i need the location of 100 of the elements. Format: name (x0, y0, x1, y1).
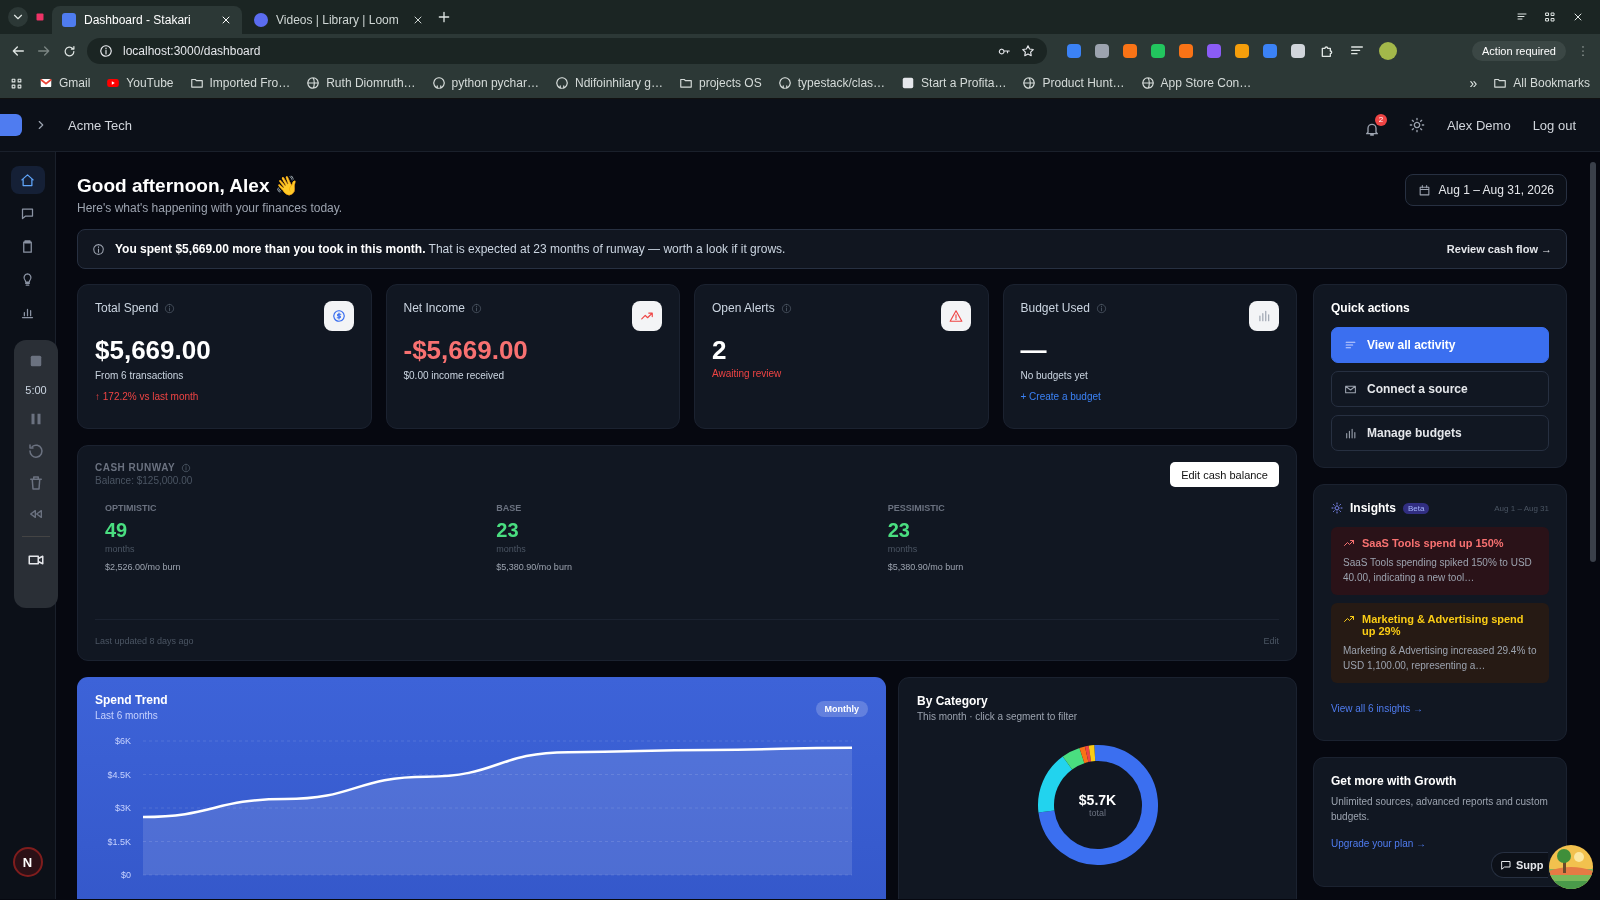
square-icon (901, 76, 916, 90)
card-title: Quick actions (1331, 301, 1411, 315)
browser-tab[interactable]: Videos | Library | Loom (244, 6, 434, 34)
folder-icon (679, 76, 693, 90)
globe-icon (1022, 76, 1037, 90)
burn-rate: $2,526.00/mo burn (105, 562, 182, 572)
axis-label: $3K (115, 803, 131, 813)
bookmark[interactable]: python pychar… (431, 76, 539, 90)
bookmark[interactable]: YouTube (106, 76, 174, 90)
extension-icon[interactable] (1179, 44, 1193, 58)
unit-label: months (105, 544, 136, 554)
bar-chart-icon (1344, 426, 1357, 440)
card-title: Get more with Growth (1331, 774, 1458, 788)
puzzle-icon[interactable] (1319, 43, 1335, 59)
monthly-toggle[interactable]: Monthly (815, 701, 868, 717)
chat-icon (1500, 859, 1512, 871)
user-name[interactable]: Alex Demo (1447, 117, 1511, 133)
upgrade-link[interactable]: Upgrade your plan → (1331, 838, 1549, 849)
info-icon (92, 242, 105, 256)
edit-cash-balance-button[interactable]: Edit cash balance (1170, 462, 1279, 487)
bookmark[interactable]: Ndifoinhilary g… (554, 76, 663, 90)
bookmark[interactable]: Start a Profita… (901, 76, 1007, 90)
browser-tab[interactable]: Dashboard - Stakari (52, 6, 242, 34)
extension-icon[interactable] (1151, 44, 1165, 58)
forward-icon[interactable] (36, 43, 52, 59)
extension-icon[interactable] (1235, 44, 1249, 58)
new-tab-icon[interactable] (436, 9, 452, 25)
stat-note: Awaiting review (712, 368, 783, 379)
axis-label: $6K (115, 736, 131, 746)
quick-action-button[interactable]: Manage budgets (1331, 415, 1549, 451)
bookmark[interactable]: projects OS (679, 76, 762, 90)
stat-value: $5,669.00 (95, 335, 212, 366)
donut-chart-drawing[interactable] (1036, 744, 1159, 866)
create-budget-link[interactable]: + Create a budget (1020, 391, 1279, 402)
bookmark[interactable]: All Bookmarks (1493, 76, 1590, 90)
bookmark[interactable]: Imported Fro… (189, 76, 291, 90)
back-icon[interactable] (10, 43, 26, 59)
logout-link[interactable]: Log out (1532, 117, 1576, 133)
bookmark[interactable]: Product Hunt… (1022, 76, 1125, 90)
tab-list-button[interactable] (8, 7, 28, 27)
view-all-insights-link[interactable]: View all 6 insights → (1331, 703, 1549, 714)
stat-label: Open Alerts (712, 301, 775, 315)
balance-text: Balance: $125,000.00 (95, 475, 193, 486)
scenario-label: PESSIMISTIC (887, 503, 946, 513)
quick-action-button[interactable]: View all activity (1331, 327, 1549, 363)
mail-icon (39, 76, 53, 90)
dollar-icon (331, 309, 346, 323)
greeting-subtitle: Here's what's happening with your finances today. (77, 201, 343, 215)
quick-action-button[interactable]: Connect a source (1331, 371, 1549, 407)
apps-icon[interactable] (10, 76, 23, 90)
greeting-title: Good afternoon, Alex 👋 (77, 174, 300, 197)
chart-subtitle: This month · click a segment to filter (917, 711, 1079, 722)
notifications-button[interactable]: 2 (1364, 113, 1388, 137)
insight-title: SaaS Tools spend up 150% (1362, 537, 1504, 549)
bookmark[interactable]: Gmail (39, 76, 91, 90)
date-range-button[interactable]: Aug 1 – Aug 31, 2026 (1404, 174, 1567, 206)
nav-item[interactable] (10, 166, 45, 194)
runway-months: 49 (105, 519, 129, 542)
action-required-button[interactable]: Action required (1472, 41, 1566, 61)
close-icon[interactable] (1572, 11, 1584, 23)
extension-icon[interactable] (1095, 44, 1109, 58)
insight-text: SaaS Tools spending spiked 150% to USD 40.00, indicating a new tool… (1343, 556, 1533, 585)
stat-label: Net Income (403, 301, 465, 315)
play-icon (106, 76, 121, 90)
theme-toggle-icon[interactable] (1409, 117, 1426, 133)
trash-icon[interactable] (27, 474, 45, 492)
bookmark[interactable]: App Store Con… (1140, 76, 1252, 90)
review-cash-flow-link[interactable]: Review cash flow → (1446, 243, 1552, 255)
bulb-icon (20, 271, 35, 287)
support-button[interactable]: Supp (1491, 852, 1548, 878)
home-icon (20, 172, 35, 188)
logo-icon (0, 114, 22, 136)
info-icon (470, 302, 482, 314)
insights-icon (1331, 502, 1343, 514)
user-avatar[interactable]: N (12, 847, 43, 877)
reload-icon[interactable] (62, 43, 77, 59)
profile-avatar[interactable] (1379, 42, 1397, 60)
bookmark[interactable]: typestack/clas… (777, 76, 886, 90)
restart-icon[interactable] (27, 442, 45, 460)
trend-up-icon (1343, 613, 1355, 625)
bookmark[interactable]: Ruth Diomruth… (306, 76, 416, 90)
stat-caption: No budgets yet (1020, 370, 1089, 381)
bookmarks-overflow[interactable]: » (1469, 75, 1478, 91)
calendar-icon (1417, 183, 1431, 197)
extension-icon[interactable] (1123, 44, 1137, 58)
beta-badge: Beta (1403, 502, 1430, 514)
star-icon[interactable] (1021, 44, 1035, 58)
folder-icon (189, 76, 204, 90)
close-icon[interactable] (412, 14, 424, 26)
extension-icon[interactable] (1291, 44, 1305, 58)
org-name: Acme Tech (68, 117, 133, 133)
globe-icon (306, 76, 321, 90)
close-icon[interactable] (220, 14, 232, 26)
stat-value: 2 (712, 335, 728, 366)
info-icon (1095, 302, 1107, 314)
axis-label: $0 (121, 870, 131, 880)
address-bar[interactable]: localhost:3000/dashboard (87, 38, 1047, 64)
axis-label: $1.5K (107, 836, 131, 847)
insight-title: Marketing & Advertising spend up 29% (1362, 613, 1525, 637)
stat-caption: From 6 transactions (95, 370, 185, 381)
